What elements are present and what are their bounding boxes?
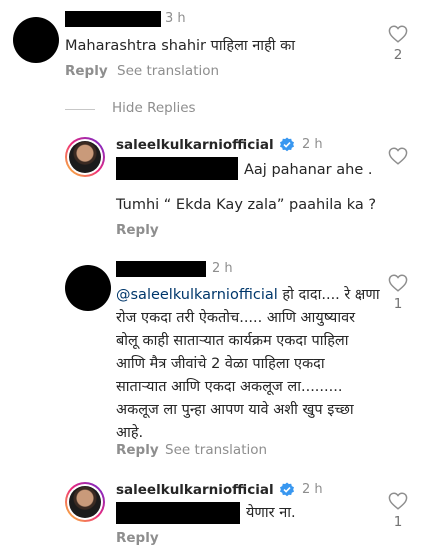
avatar[interactable] <box>65 482 105 522</box>
reply-button[interactable]: Reply <box>65 63 108 79</box>
comment-text: येणार ना. <box>246 505 296 521</box>
avatar[interactable] <box>13 17 59 63</box>
redacted-username <box>65 11 161 27</box>
verified-badge-icon <box>279 137 295 153</box>
mention-link[interactable]: @saleelkulkarniofficial <box>116 287 278 303</box>
comment-text-line: Aaj pahanar ahe . <box>244 162 373 178</box>
like-count: 1 <box>393 296 403 312</box>
avatar[interactable] <box>65 137 105 177</box>
redacted-mention <box>116 502 240 524</box>
heart-icon[interactable] <box>387 274 409 296</box>
reply-button[interactable]: Reply <box>116 442 159 458</box>
redacted-username <box>116 261 206 277</box>
like-count: 2 <box>393 47 403 63</box>
like-count: 1 <box>393 514 403 530</box>
heart-icon[interactable] <box>387 25 409 47</box>
comment-text-line: अकलूज ला पुन्हा आपण यावे अशी खुप इच्छा <box>116 402 354 418</box>
redacted-mention <box>116 157 238 180</box>
comment-text-line: @saleelkulkarniofficial हो दादा.... रे क… <box>116 284 380 307</box>
see-translation-button[interactable]: See translation <box>117 63 219 79</box>
comment-text-line: रोज एकदा तरी ऐकतोच..... आणि आयुष्यावर <box>116 310 356 326</box>
reply-button[interactable]: Reply <box>116 222 159 238</box>
profile-photo <box>69 486 101 518</box>
username[interactable]: saleelkulkarniofficial <box>116 482 274 498</box>
verified-badge-icon <box>279 482 295 498</box>
divider <box>65 109 95 110</box>
username[interactable]: saleelkulkarniofficial <box>116 137 274 153</box>
heart-icon[interactable] <box>387 147 409 169</box>
comment-text-line: साताऱ्यात आणि एकदा अकलूज ला......... <box>116 379 343 395</box>
see-translation-button[interactable]: See translation <box>165 442 267 458</box>
comment-text-line: बोलू काही साताऱ्यात कार्यक्रम एकदा पाहिल… <box>116 333 349 349</box>
comment-text: Maharashtra shahir पाहिला नाही का <box>65 38 296 54</box>
comment-text-line: Tumhi “ Ekda Kay zala” paahila ka ? <box>116 197 377 213</box>
reply-button[interactable]: Reply <box>116 530 159 546</box>
heart-icon[interactable] <box>387 492 409 514</box>
comment-time: 3 h <box>165 11 186 26</box>
profile-photo <box>69 141 101 173</box>
hide-replies-button[interactable]: Hide Replies <box>112 100 196 116</box>
comment-text-line: आणि मैत्र जीवांचे 2 वेळा पाहिला एकदा <box>116 356 325 372</box>
avatar[interactable] <box>65 265 111 311</box>
comment-text: हो दादा.... रे क्षणा <box>277 287 380 303</box>
comment-time: 2 h <box>302 137 323 152</box>
comment-time: 2 h <box>302 482 323 497</box>
comment-time: 2 h <box>212 261 233 276</box>
